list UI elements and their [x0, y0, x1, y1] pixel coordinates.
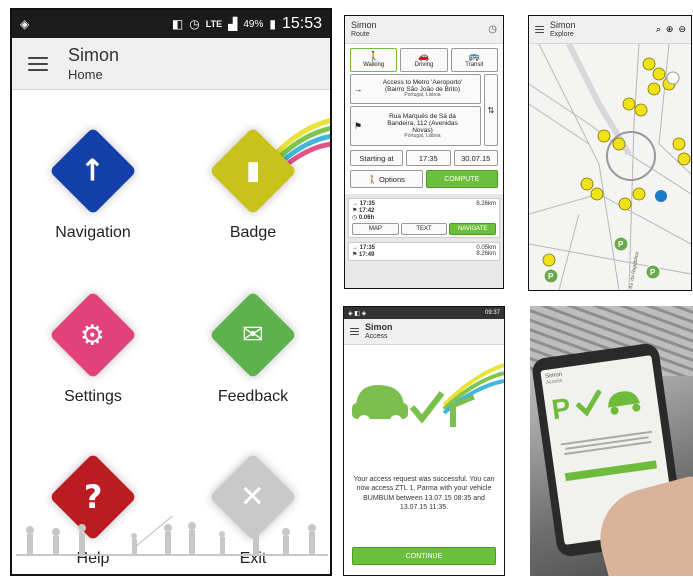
access-screen-title: Access [365, 332, 388, 340]
home-phone: ◈ ◧ ◷ LTE ▟ 49% ▮ 15:53 Simon Home ↑ Nav… [10, 8, 332, 576]
walking-mode-button[interactable]: 🚶 Walking [350, 48, 398, 72]
explore-app-title: Simon [550, 19, 576, 30]
feedback-tile[interactable]: ✉ Feedback [188, 282, 318, 406]
app-bar: Simon Home [12, 38, 330, 90]
destination-flag-icon: ⚑ [353, 120, 363, 131]
access-app-bar: Simon Access [344, 319, 504, 345]
clock-icon[interactable]: ◷ [488, 24, 497, 35]
arrow-up-icon: ↑ [80, 153, 106, 189]
options-button[interactable]: 🚶 Options [350, 170, 423, 188]
bus-icon: 🚌 [468, 51, 480, 61]
envelope-icon: ✉ [242, 319, 264, 350]
car-icon: 🚗 [418, 51, 430, 61]
starting-at-button[interactable]: Starting at [350, 150, 403, 166]
access-message: Your access request was successful. You … [353, 476, 495, 512]
access-app-title: Simon [365, 321, 393, 332]
feedback-label: Feedback [217, 388, 289, 405]
menu-icon[interactable] [28, 56, 48, 71]
search-icon[interactable]: ⌕ [656, 24, 661, 35]
held-phone-button [564, 460, 658, 482]
alarm-icon: ◷ [189, 17, 200, 31]
notification-icons: ◈ ◧ ◈ [348, 310, 367, 317]
destination-field[interactable]: ⚑ Rua Marquês de Sá da Bandeira, 112 (Av… [350, 106, 481, 146]
badge-tile[interactable]: ▮ Badge [188, 118, 318, 242]
svg-text:P: P [650, 268, 656, 277]
route-result-card-2[interactable]: → 17:35 0.05km ⚑ 17:49 8.26km [348, 242, 500, 261]
settings-tile[interactable]: ⚙ Settings [28, 282, 158, 406]
swap-icon: ⇅ [487, 105, 495, 115]
held-phone-text-lines [555, 430, 660, 456]
explore-app-bar: Simon Explore ⌕ ⊕ ⊖ [529, 16, 691, 44]
in-car-photo: Simon Access P [530, 306, 693, 576]
car-check-gate-illustration [352, 363, 504, 427]
battery-icon: ▮ [269, 17, 276, 31]
svg-text:P: P [550, 392, 573, 425]
settings-label: Settings [64, 388, 122, 405]
walking-icon: 🚶 [368, 51, 380, 61]
question-mark-icon: ? [83, 478, 103, 516]
route-screen-title: Route [351, 30, 370, 38]
svg-text:P: P [548, 272, 554, 281]
start-time-field[interactable]: 17:35 [406, 150, 451, 166]
map-button[interactable]: MAP [352, 223, 399, 235]
route-phone: Simon Route ◷ 🚶 Walking 🚗 Driving 🚌 Transit… [344, 15, 504, 289]
navigate-button[interactable]: NAVIGATE [449, 223, 497, 235]
compute-button[interactable]: COMPUTE [425, 170, 498, 188]
badge-card-icon: ▮ [245, 156, 261, 186]
access-clock: 09:37 [484, 310, 500, 316]
access-menu-icon[interactable] [350, 328, 359, 335]
origin-arrow-icon: → [353, 84, 363, 94]
route-app-title: Simon [351, 19, 377, 30]
result-distance: 8.26km [476, 201, 496, 207]
app-notification-icon: ◈ [20, 17, 30, 31]
screen-title: Home [68, 66, 103, 82]
mute-icon: ◧ [171, 17, 184, 31]
explore-screen-title: Explore [550, 30, 574, 38]
people-silhouettes-decoration [16, 516, 328, 556]
access-phone: ◈ ◧ ◈ 09:37 Simon Access Your access req… [343, 306, 505, 576]
navigation-diamond: ↑ [49, 127, 137, 215]
signal-icon: ▟ [228, 17, 238, 31]
status-bar: ◈ ◧ ◷ LTE ▟ 49% ▮ 15:53 [12, 10, 330, 38]
explore-menu-icon[interactable] [535, 26, 544, 33]
feedback-diamond: ✉ [209, 291, 297, 379]
battery-percent: 49% [243, 18, 264, 30]
driving-mode-button[interactable]: 🚗 Driving [400, 48, 448, 72]
zoom-out-icon[interactable]: ⊖ [678, 24, 686, 35]
origin-field[interactable]: → Access to Metro 'Aeroporto' (Bairro Sã… [350, 74, 481, 104]
map-view[interactable]: PPP Av. da República [529, 44, 691, 290]
start-date-field[interactable]: 30.07.15 [453, 150, 498, 166]
badge-label: Badge [229, 224, 277, 241]
badge-diamond: ▮ [209, 127, 297, 215]
exit-x-icon: ✕ [240, 479, 266, 515]
route-app-bar: Simon Route ◷ [345, 16, 503, 44]
text-button[interactable]: TEXT [400, 223, 448, 235]
transit-mode-button[interactable]: 🚌 Transit [450, 48, 498, 72]
access-status-bar: ◈ ◧ ◈ 09:37 [344, 307, 504, 319]
explore-phone: Simon Explore ⌕ ⊕ ⊖ P P P Av. da República [528, 15, 692, 291]
continue-button[interactable]: CONTINUE [352, 547, 496, 565]
settings-diamond: ⚙ [49, 291, 137, 379]
walker-icon: 🚶 [367, 175, 380, 184]
clock: 15:53 [281, 15, 322, 32]
zoom-in-icon[interactable]: ⊕ [666, 24, 674, 35]
app-title: Simon [68, 44, 120, 65]
navigation-tile[interactable]: ↑ Navigation [28, 118, 158, 242]
navigation-label: Navigation [55, 224, 131, 241]
gears-icon: ⚙ [80, 318, 106, 352]
swap-button[interactable]: ⇅ [484, 74, 498, 146]
route-result-card[interactable]: → 17:35 8.26km ⚑ 17:42 ◷ 0.06h MAP TEXT N… [348, 198, 500, 238]
svg-text:P: P [618, 240, 624, 249]
lte-signal: LTE [205, 19, 223, 29]
